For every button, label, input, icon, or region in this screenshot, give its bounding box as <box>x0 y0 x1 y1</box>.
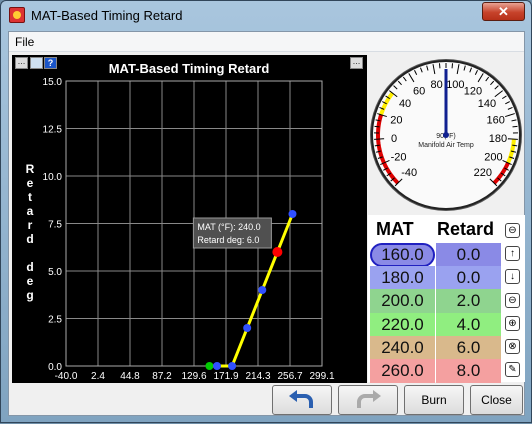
gauge-label: 60 <box>413 85 425 97</box>
gauge-tick <box>374 139 384 140</box>
gauge-label: 160 <box>486 115 504 127</box>
curve-point <box>243 324 251 332</box>
delete-icon[interactable]: ⊗ <box>505 339 520 354</box>
add-row-icon[interactable]: ⊕ <box>505 316 520 331</box>
gauge-tick <box>513 126 518 127</box>
y-tick-label: 10.0 <box>43 172 63 183</box>
close-window-button[interactable]: ✕ <box>482 2 525 21</box>
collapse-icon[interactable]: ⊖ <box>505 223 520 238</box>
gauge-label: -20 <box>391 151 407 163</box>
gauge-label: 180 <box>489 133 507 145</box>
y-tick-label: 5.0 <box>48 267 62 278</box>
gauge-tick <box>508 139 518 140</box>
y-tick-label: 0.0 <box>48 362 62 373</box>
edit-icon[interactable]: ✎ <box>505 362 520 377</box>
gauge-label: 220 <box>474 167 492 179</box>
curve-point <box>288 210 296 218</box>
curve-table: MAT Retard 160.00.0180.00.0200.02.0220.0… <box>368 215 525 382</box>
curve-start-point <box>205 362 213 370</box>
gauge-label: 100 <box>446 79 464 91</box>
x-tick-label: 44.8 <box>120 371 140 382</box>
gauge-label: 140 <box>478 98 496 110</box>
mat-gauge: -40-2002040608010012014016018020022090(°… <box>368 55 524 215</box>
table-cell-mat[interactable]: 180.0 <box>370 266 435 290</box>
app-icon <box>9 7 25 23</box>
undo-button[interactable] <box>272 385 332 415</box>
gauge-label: 40 <box>399 98 411 110</box>
side-button-glyph: ⊖ <box>506 294 519 307</box>
table-cell-retard[interactable]: 2.0 <box>436 289 501 313</box>
side-button-glyph: ⊖ <box>506 224 519 237</box>
x-tick-label: 214.3 <box>245 371 270 382</box>
x-tick-label: 87.2 <box>152 371 172 382</box>
title-bar: MAT-Based Timing Retard ✕ <box>1 1 531 31</box>
window-title: MAT-Based Timing Retard <box>31 8 182 23</box>
y-tick-label: 7.5 <box>48 220 62 231</box>
tooltip-line-1: MAT (°F): 240.0 <box>197 222 260 232</box>
table-header-retard: Retard <box>437 219 494 240</box>
side-button-glyph: ⊗ <box>506 340 519 353</box>
y-axis-label: Retard deg <box>26 162 35 302</box>
gauge-label: 200 <box>484 151 502 163</box>
chart-panel: MAT-Based Timing Retard-40.02.444.887.21… <box>12 55 367 383</box>
gauge-label: 80 <box>431 79 443 91</box>
menu-file[interactable]: File <box>13 35 36 49</box>
side-button-glyph: ↑ <box>506 247 519 260</box>
redo-icon <box>339 386 397 414</box>
table-cell-mat[interactable]: 200.0 <box>370 289 435 313</box>
curve-point <box>228 362 236 370</box>
x-tick-label: 2.4 <box>91 371 105 382</box>
gauge-title: Manifold Air Temp <box>418 142 474 149</box>
chart-menu-button[interactable]: … <box>350 57 363 69</box>
wand-icon[interactable] <box>30 57 43 69</box>
table-cell-retard[interactable]: 0.0 <box>436 243 501 267</box>
x-tick-label: 256.7 <box>277 371 302 382</box>
table-cell-retard[interactable]: 8.0 <box>436 359 501 383</box>
y-tick-label: 2.5 <box>48 315 62 326</box>
table-cell-mat[interactable]: 160.0 <box>370 243 435 267</box>
undo-icon <box>273 386 331 414</box>
close-button[interactable]: Close <box>470 385 523 415</box>
x-tick-label: 171.9 <box>213 371 238 382</box>
gauge-hub <box>443 132 449 138</box>
curve-point-selected <box>272 247 282 257</box>
curve-point <box>258 286 266 294</box>
tooltip-line-2: Retard deg: 6.0 <box>197 235 259 245</box>
chart-title: MAT-Based Timing Retard <box>109 61 270 76</box>
table-cell-mat[interactable]: 260.0 <box>370 359 435 383</box>
burn-button[interactable]: Burn <box>404 385 464 415</box>
remove-row-icon[interactable]: ⊖ <box>505 293 520 308</box>
y-tick-label: 15.0 <box>43 77 63 88</box>
side-button-glyph: ✎ <box>506 363 519 376</box>
client-area: File MAT-Based Timing Retard-40.02.444.8… <box>8 31 525 416</box>
curve-point <box>213 362 221 370</box>
move-up-icon[interactable]: ↑ <box>505 246 520 261</box>
gauge-panel: -40-2002040608010012014016018020022090(°… <box>368 55 524 215</box>
gauge-label: 20 <box>390 115 402 127</box>
side-button-glyph: ↓ <box>506 270 519 283</box>
curve-chart[interactable]: MAT-Based Timing Retard-40.02.444.887.21… <box>12 55 367 383</box>
table-cell-mat[interactable]: 220.0 <box>370 313 435 337</box>
gauge-label: 120 <box>464 85 482 97</box>
gauge-label: 0 <box>391 133 397 145</box>
table-cell-mat[interactable]: 240.0 <box>370 336 435 360</box>
gauge-label: -40 <box>401 167 417 179</box>
menu-bar: File <box>9 32 524 52</box>
y-tick-label: 12.5 <box>43 125 63 136</box>
side-button-glyph: ⊕ <box>506 317 519 330</box>
x-tick-label: 129.6 <box>181 371 206 382</box>
table-cell-retard[interactable]: 4.0 <box>436 313 501 337</box>
table-cell-retard[interactable]: 0.0 <box>436 266 501 290</box>
chart-options-button[interactable]: … <box>15 57 28 69</box>
help-icon[interactable]: ? <box>44 57 57 69</box>
table-cell-retard[interactable]: 6.0 <box>436 336 501 360</box>
table-header-mat: MAT <box>376 219 414 240</box>
window: MAT-Based Timing Retard ✕ File MAT-Based… <box>0 0 532 423</box>
button-bar: Burn Close <box>12 385 523 415</box>
redo-button[interactable] <box>338 385 398 415</box>
gauge-tick <box>375 126 380 127</box>
move-down-icon[interactable]: ↓ <box>505 269 520 284</box>
x-tick-label: 299.1 <box>309 371 334 382</box>
